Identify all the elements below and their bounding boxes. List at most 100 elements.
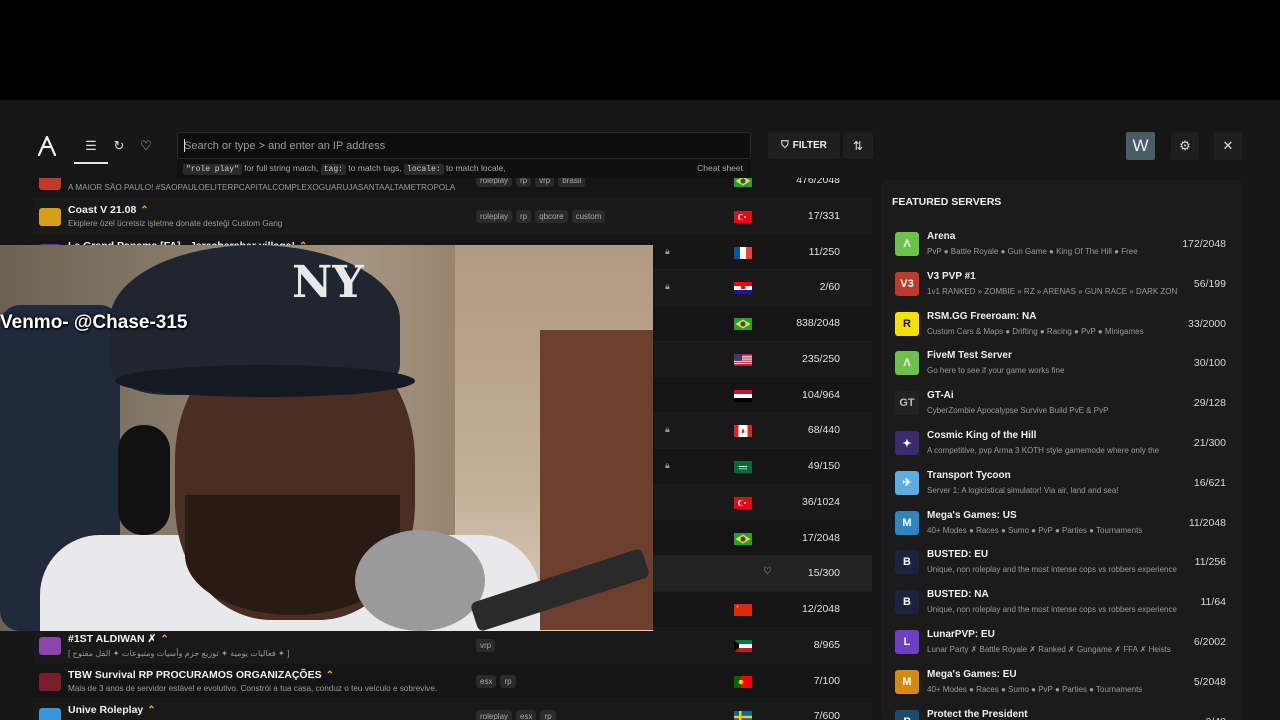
settings-gear-icon[interactable]: ⚙ <box>1171 132 1199 160</box>
server-tags: vrp <box>476 638 496 652</box>
server-icon <box>39 636 61 655</box>
server-tag[interactable]: brasil <box>558 178 586 187</box>
featured-player-count: 6/2002 <box>1193 636 1226 648</box>
player-count: 476/2048 <box>796 178 840 186</box>
featured-server-description: Lunar Party ✗ Battle Royale ✗ Ranked ✗ G… <box>927 645 1171 654</box>
cheat-sheet-link[interactable]: Cheat sheet <box>697 163 743 173</box>
webcam-overlay: NY Venmo- @Chase-315 <box>0 245 653 631</box>
featured-server-icon: R <box>895 311 919 336</box>
featured-server-description: Unique, non roleplay and the most intens… <box>927 605 1177 615</box>
featured-server-row[interactable]: L LunarPVP: EU Lunar Party ✗ Battle Royale… <box>881 621 1242 661</box>
hint-code: locale: <box>404 164 444 175</box>
stream-overlay-text: Venmo- @Chase-315 <box>0 312 188 333</box>
featured-server-name: Protect the President <box>927 708 1028 720</box>
filter-button[interactable]: ⛉ FILTER <box>768 132 840 159</box>
featured-server-name: GT-Ai <box>927 390 954 402</box>
featured-player-count: 56/199 <box>1193 277 1226 290</box>
server-description: [ فعاليات يومية ✦ توزيع حزم وأسيات ومتبو… <box>68 648 290 658</box>
featured-server-icon: V3 <box>895 271 919 296</box>
server-name: Coast V 21.08 ⌃ <box>68 204 149 216</box>
favorite-heart-icon[interactable]: ♡ <box>763 566 772 577</box>
player-count: 68/440 <box>807 424 840 437</box>
flag-pt-icon <box>734 675 752 688</box>
hint-text: to match locale, <box>443 163 506 173</box>
server-name: #1ST ALDIWAN ✗ ⌃ <box>68 633 169 645</box>
server-tag[interactable]: rp <box>500 674 516 688</box>
featured-server-name: FiveM Test Server <box>927 350 1012 362</box>
featured-server-row[interactable]: ✈ Transport Tycoon Server 1: A logicistica… <box>881 462 1242 502</box>
featured-server-row[interactable]: Λ FiveM Test Server Go here to see if your… <box>881 342 1242 382</box>
close-icon[interactable]: ✕ <box>1214 132 1242 160</box>
cap-logo: NY <box>292 257 364 308</box>
lock-icon: 🔒︎ <box>665 460 670 470</box>
featured-player-count: 16/621 <box>1193 476 1226 489</box>
filter-label: FILTER <box>792 140 827 151</box>
featured-server-row[interactable]: M Mega's Games: EU 40+ Modes ● Races ● Sum… <box>881 661 1242 701</box>
featured-server-description: PvP ● Battle Royale ● Gun Game ● King Of… <box>927 247 1138 256</box>
featured-player-count: 0/48 <box>1206 716 1226 720</box>
server-tag[interactable]: rp <box>516 178 532 187</box>
server-tags: roleplay rp qbcore custom <box>476 209 606 223</box>
featured-server-row[interactable]: R RSM.GG Freeroam: NA Custom Cars & Maps ●… <box>881 303 1242 343</box>
featured-server-row[interactable]: ✦ Cosmic King of the Hill A competitive, p… <box>881 422 1242 462</box>
flag-br-icon <box>734 532 752 545</box>
featured-servers-panel: FEATURED SERVERS Λ Arena PvP ● Battle Roya… <box>881 180 1242 720</box>
server-tag[interactable]: esx <box>516 710 537 720</box>
filter-icon: ⛉ <box>781 140 789 151</box>
featured-server-row[interactable]: P Protect the President 0/48 <box>881 701 1242 720</box>
featured-server-description: A competitive, pvp Arma 3 KOTH style gam… <box>927 446 1160 455</box>
server-tag[interactable]: roleplay <box>476 209 513 223</box>
history-icon[interactable]: ↻ <box>108 136 130 156</box>
server-row[interactable]: A MAIOR SÃO PAULO! #SAOPAULOELITERPCAPIT… <box>33 178 872 199</box>
server-tag[interactable]: custom <box>571 209 606 223</box>
featured-server-name: RSM.GG Freeroam: NA <box>927 310 1037 322</box>
server-tag[interactable]: rp <box>540 710 556 720</box>
flag-cn-icon <box>734 604 752 616</box>
avatar[interactable]: W <box>1126 132 1155 160</box>
search-hints: "role play" for full string match, tag: … <box>177 159 751 178</box>
boost-icon: ⌃ <box>140 204 149 216</box>
featured-server-row[interactable]: M Mega's Games: US 40+ Modes ● Races ● Sum… <box>881 502 1242 542</box>
flag-fr-icon <box>734 246 752 259</box>
server-tag[interactable]: roleplay <box>476 710 513 720</box>
server-row[interactable]: #1ST ALDIWAN ✗ ⌃ [ فعاليات يومية ✦ توزيع ح… <box>33 627 872 664</box>
server-row[interactable]: Coast V 21.08 ⌃ Ekiplere özel ücretsiz işl… <box>33 198 872 235</box>
server-name-text: Unive Roleplay <box>68 704 144 717</box>
featured-player-count: 11/256 <box>1194 556 1226 569</box>
hint-text: for full string match, <box>241 163 319 173</box>
lock-icon: 🔒︎ <box>665 424 670 435</box>
featured-server-icon: M <box>895 510 919 535</box>
server-tag[interactable]: esx <box>476 674 497 688</box>
server-row[interactable]: TBW Survival RP PROCURAMOS ORGANIZAÇÕES ⌃… <box>33 663 872 700</box>
flag-br-icon <box>734 318 752 330</box>
server-tag[interactable]: vrp <box>476 638 496 652</box>
server-name: Unive Roleplay ⌃ <box>68 704 156 716</box>
server-tag[interactable]: rp <box>516 209 532 223</box>
featured-player-count: 11/64 <box>1200 596 1227 609</box>
featured-server-row[interactable]: Λ Arena PvP ● Battle Royale ● Gun Game ● K… <box>881 223 1242 263</box>
server-tag[interactable]: qbcore <box>535 209 568 223</box>
server-row[interactable]: Unive Roleplay ⌃ roleplay esx rp 7/600 <box>33 699 872 720</box>
search-input[interactable]: Search or type > and enter an IP address <box>177 132 751 159</box>
flag-hr-icon <box>734 282 752 295</box>
flag-eg-icon <box>734 389 752 402</box>
server-tag[interactable]: vrp <box>535 178 555 187</box>
server-tag[interactable]: roleplay <box>476 178 513 187</box>
featured-server-row[interactable]: V3 V3 PVP #1 1v1 RANKED » ZOMBIE » RZ » AR… <box>881 263 1242 303</box>
featured-server-name: Arena <box>927 231 956 242</box>
featured-server-row[interactable]: B BUSTED: NA Unique, non roleplay and the … <box>881 581 1242 621</box>
sort-icon[interactable]: ⇅ <box>843 132 873 159</box>
featured-player-count: 5/2048 <box>1193 675 1226 688</box>
featured-server-icon: B <box>895 550 919 575</box>
webcam-headset <box>118 425 170 535</box>
featured-server-icon: P <box>895 709 919 720</box>
featured-server-name: V3 PVP #1 <box>927 270 976 282</box>
featured-server-row[interactable]: B BUSTED: EU Unique, non roleplay and the … <box>881 541 1242 581</box>
favorites-heart-icon[interactable]: ♡ <box>135 136 157 156</box>
flag-br-icon <box>734 178 752 187</box>
server-icon <box>39 708 61 720</box>
app-logo-icon[interactable] <box>38 136 56 156</box>
player-count: 17/2048 <box>802 531 840 544</box>
featured-server-row[interactable]: GT GT-Ai CyberZombie Apocalypse Survive Bu… <box>881 382 1242 422</box>
servers-list-icon[interactable]: ☰ <box>74 136 108 164</box>
